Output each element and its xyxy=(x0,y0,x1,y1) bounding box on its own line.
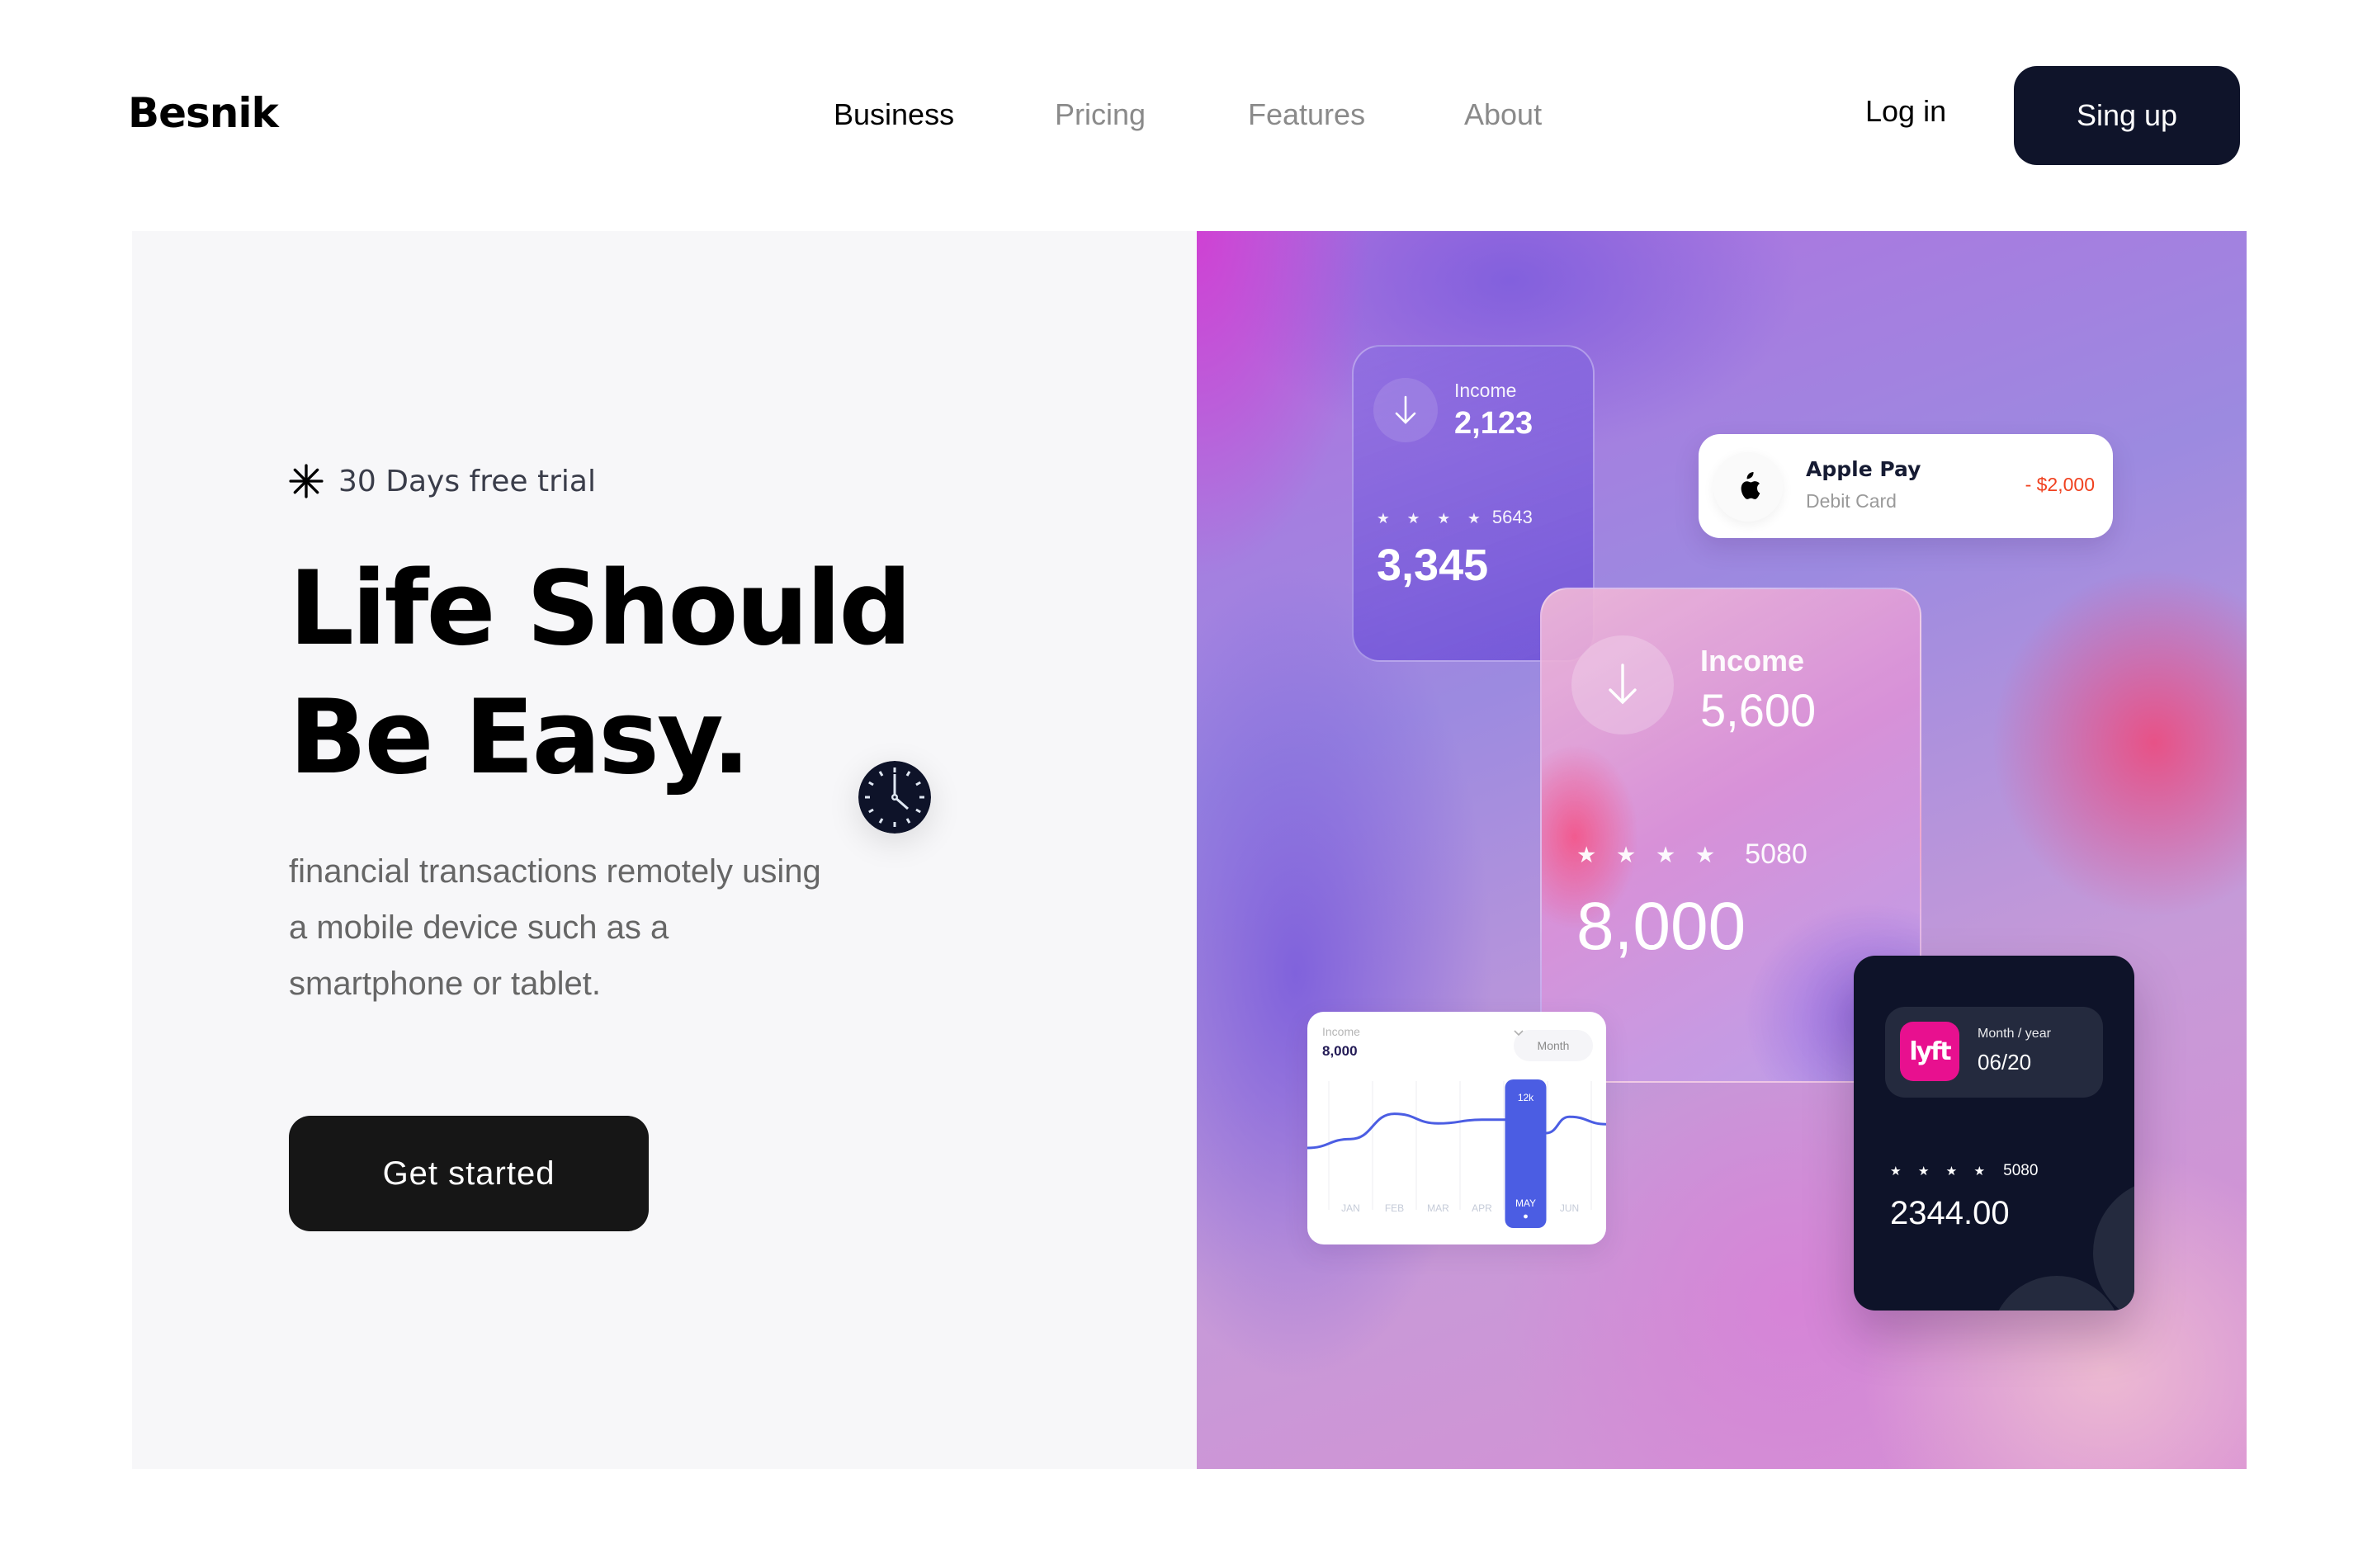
login-link[interactable]: Log in xyxy=(1865,94,1946,129)
masked-digits: ★ ★ ★ ★ xyxy=(1377,510,1487,527)
chart-value: 8,000 xyxy=(1322,1043,1358,1059)
card-amount: 2344.00 xyxy=(1890,1195,2010,1231)
income-label: Income xyxy=(1700,644,1805,678)
get-started-button[interactable]: Get started xyxy=(289,1116,649,1231)
expiry-value: 06/20 xyxy=(1978,1050,2032,1074)
period-select[interactable]: Month xyxy=(1514,1030,1593,1061)
nav-link-features[interactable]: Features xyxy=(1248,97,1365,132)
hero-headline: Life Should Be Easy. xyxy=(289,545,912,802)
nav-link-pricing[interactable]: Pricing xyxy=(1055,97,1146,132)
arrow-down-icon xyxy=(1571,635,1674,734)
trial-text: 30 Days free trial xyxy=(338,464,596,498)
signup-button[interactable]: Sing up xyxy=(2014,66,2240,165)
highlight-value-label: 12k xyxy=(1518,1092,1534,1103)
transaction-title: Apple Pay xyxy=(1806,457,1921,481)
transaction-subtitle: Debit Card xyxy=(1806,490,1897,512)
masked-digits: ★ ★ ★ ★ xyxy=(1576,841,1722,867)
expiry-label: Month / year xyxy=(1978,1027,2051,1041)
headline-line-1: Life Should xyxy=(289,550,912,668)
card-amount: 8,000 xyxy=(1576,889,1746,964)
clock-icon xyxy=(858,761,931,834)
x-tick-label: JAN xyxy=(1341,1202,1360,1214)
apple-pay-transaction[interactable]: Apple Pay Debit Card - $2,000 xyxy=(1699,434,2113,538)
card-amount: 3,345 xyxy=(1377,541,1489,590)
card-last4: 5080 xyxy=(2003,1162,2039,1179)
income-label: Income xyxy=(1454,380,1517,401)
card-number: ★ ★ ★ ★ 5080 xyxy=(1890,1162,2038,1180)
income-chart-card: 12k JAN FEB MAR APR MAY JUN Income 8,000 Month xyxy=(1307,1012,1606,1244)
chevron-down-icon xyxy=(1514,1030,1524,1037)
x-tick-label: JUN xyxy=(1560,1202,1579,1214)
highlight-dot xyxy=(1524,1214,1528,1219)
apple-icon xyxy=(1713,452,1783,522)
card-last4: 5080 xyxy=(1745,838,1808,870)
asterisk-icon xyxy=(289,464,324,498)
lyft-card[interactable]: lyft Month / year 06/20 ★ ★ ★ ★ 5080 234… xyxy=(1854,956,2134,1311)
brand-logo[interactable]: Besnik xyxy=(128,89,279,137)
transaction-amount: - $2,000 xyxy=(2025,474,2095,495)
card-last4: 5643 xyxy=(1491,507,1533,527)
series-line xyxy=(1546,1115,1606,1135)
hero-description: financial transactions remotely using a … xyxy=(289,853,821,1002)
chart-label: Income xyxy=(1322,1025,1360,1038)
card-number: ★ ★ ★ ★ 5080 xyxy=(1576,838,1808,871)
x-tick-label: APR xyxy=(1472,1202,1492,1214)
arrow-down-icon xyxy=(1373,378,1438,442)
series-line xyxy=(1307,1112,1505,1150)
hero-visual: Income 2,123 ★ ★ ★ ★ 5643 3,345 Apple Pa… xyxy=(1197,231,2247,1469)
nav-link-about[interactable]: About xyxy=(1464,97,1542,132)
lyft-logo-icon: lyft xyxy=(1900,1022,1959,1081)
masked-digits: ★ ★ ★ ★ xyxy=(1890,1164,1992,1178)
income-value: 5,600 xyxy=(1700,684,1817,736)
x-tick-label: MAY xyxy=(1515,1197,1536,1209)
trial-badge: 30 Days free trial xyxy=(289,464,596,498)
x-tick-label: FEB xyxy=(1385,1202,1404,1214)
income-value: 2,123 xyxy=(1454,406,1533,441)
nav-link-business[interactable]: Business xyxy=(834,97,954,132)
x-tick-label: MAR xyxy=(1427,1202,1449,1214)
period-select-value: Month xyxy=(1537,1039,1570,1052)
headline-line-2: Be Easy. xyxy=(289,678,751,797)
card-number: ★ ★ ★ ★ 5643 xyxy=(1377,507,1533,528)
